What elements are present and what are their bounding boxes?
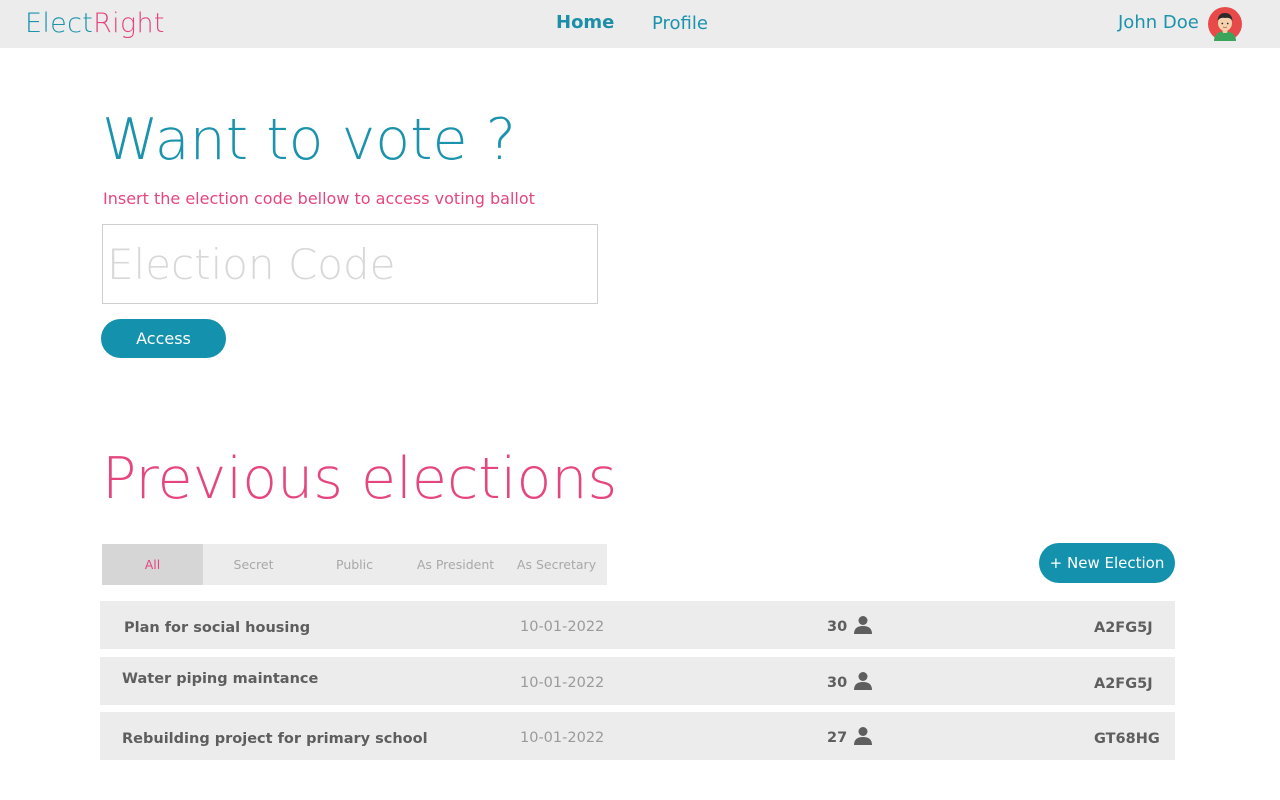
- filter-tab-secret[interactable]: Secret: [203, 544, 304, 585]
- user-icon: [854, 672, 872, 690]
- election-name: Plan for social housing: [124, 620, 311, 636]
- participant-count: 27: [827, 730, 848, 746]
- election-date: 10-01-2022: [520, 730, 605, 746]
- election-code: A2FG5J: [1094, 620, 1153, 636]
- participant-count: 30: [827, 619, 848, 635]
- top-navbar: ElectRight Home Profile John Doe: [0, 0, 1280, 48]
- logo-part-right: Right: [93, 8, 165, 39]
- election-code: A2FG5J: [1094, 676, 1153, 692]
- previous-elections-heading: Previous elections: [102, 446, 618, 512]
- election-code: GT68HG: [1094, 731, 1160, 747]
- participant-count: 30: [827, 675, 848, 691]
- access-button[interactable]: Access: [101, 319, 226, 358]
- nav-profile-link[interactable]: Profile: [652, 13, 708, 34]
- election-name: Water piping maintance: [122, 671, 319, 687]
- election-row[interactable]: Plan for social housing 10-01-2022 30 A2…: [100, 601, 1175, 649]
- user-name[interactable]: John Doe: [1118, 12, 1199, 33]
- election-row[interactable]: Rebuilding project for primary school 10…: [100, 712, 1175, 760]
- filter-tab-all[interactable]: All: [102, 544, 203, 585]
- avatar-icon[interactable]: [1208, 7, 1242, 41]
- filter-tabs: All Secret Public As President As Secret…: [102, 544, 607, 585]
- election-date: 10-01-2022: [520, 675, 605, 691]
- election-code-input[interactable]: [102, 224, 598, 304]
- logo[interactable]: ElectRight: [25, 6, 165, 42]
- user-icon: [854, 616, 872, 634]
- vote-heading: Want to vote ?: [102, 107, 516, 173]
- nav-home-link[interactable]: Home: [556, 12, 614, 33]
- filter-tab-public[interactable]: Public: [304, 544, 405, 585]
- vote-subtitle: Insert the election code bellow to acces…: [103, 189, 535, 208]
- filter-tab-as-secretary[interactable]: As Secretary: [506, 544, 607, 585]
- user-icon: [854, 727, 872, 745]
- election-row[interactable]: Water piping maintance 10-01-2022 30 A2F…: [100, 657, 1175, 705]
- filter-tab-as-president[interactable]: As President: [405, 544, 506, 585]
- logo-part-elect: Elect: [25, 8, 94, 39]
- election-name: Rebuilding project for primary school: [122, 731, 428, 747]
- election-date: 10-01-2022: [520, 619, 605, 635]
- new-election-button[interactable]: + New Election: [1039, 543, 1175, 583]
